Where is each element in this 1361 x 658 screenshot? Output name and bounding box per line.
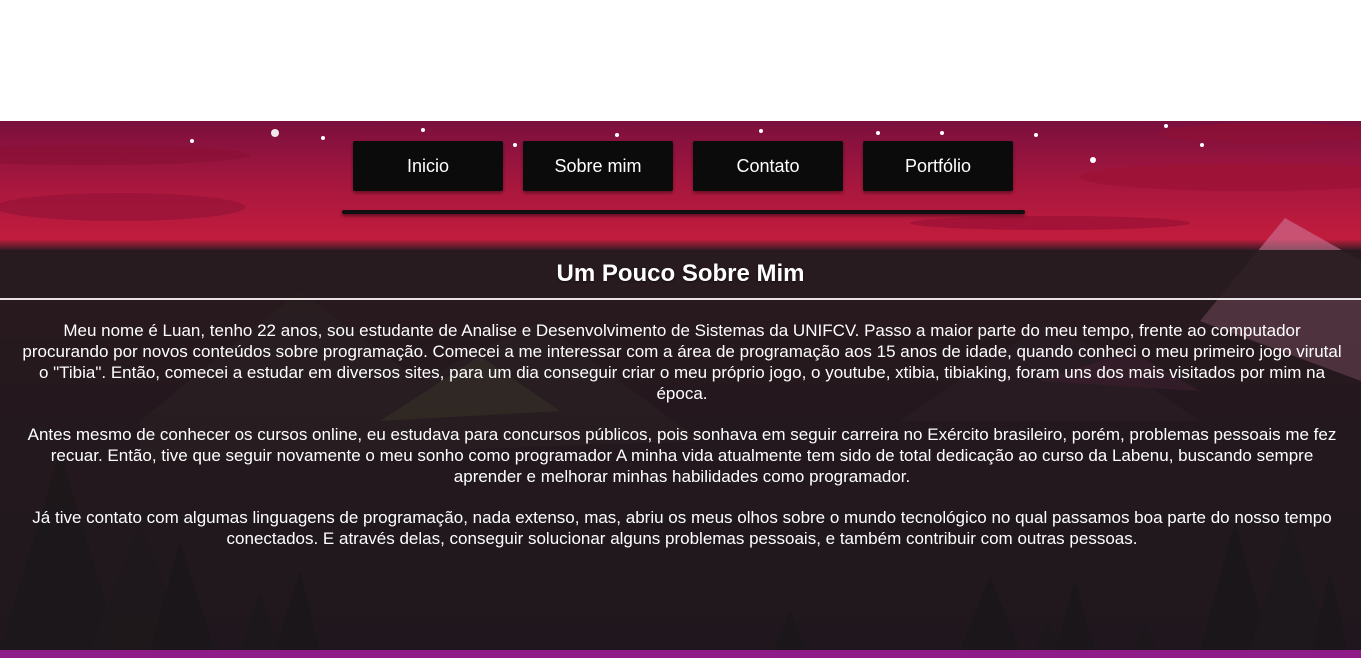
about-paragraph-2: Antes mesmo de conhecer os cursos online… — [27, 425, 1337, 486]
about-paragraph-3: Já tive contato com algumas linguagens d… — [32, 508, 1332, 548]
hero-background: Inicio Sobre mim Contato Portfólio Um Po… — [0, 121, 1361, 658]
footer-strip — [0, 650, 1361, 658]
about-section: Um Pouco Sobre Mim Meu nome é Luan, tenh… — [0, 250, 1361, 650]
about-title: Um Pouco Sobre Mim — [556, 260, 805, 287]
nav-button-contato[interactable]: Contato — [693, 141, 843, 191]
about-body: Meu nome é Luan, tenho 22 anos, sou estu… — [20, 320, 1344, 569]
nav-button-portfolio[interactable]: Portfólio — [863, 141, 1013, 191]
about-title-bar: Um Pouco Sobre Mim — [0, 250, 1361, 300]
top-blank-area — [0, 0, 1361, 121]
nav-button-sobre-mim[interactable]: Sobre mim — [523, 141, 673, 191]
main-nav: Inicio Sobre mim Contato Portfólio — [353, 141, 1013, 191]
about-paragraph-1: Meu nome é Luan, tenho 22 anos, sou estu… — [22, 321, 1342, 403]
nav-button-inicio[interactable]: Inicio — [353, 141, 503, 191]
nav-divider — [342, 210, 1025, 214]
